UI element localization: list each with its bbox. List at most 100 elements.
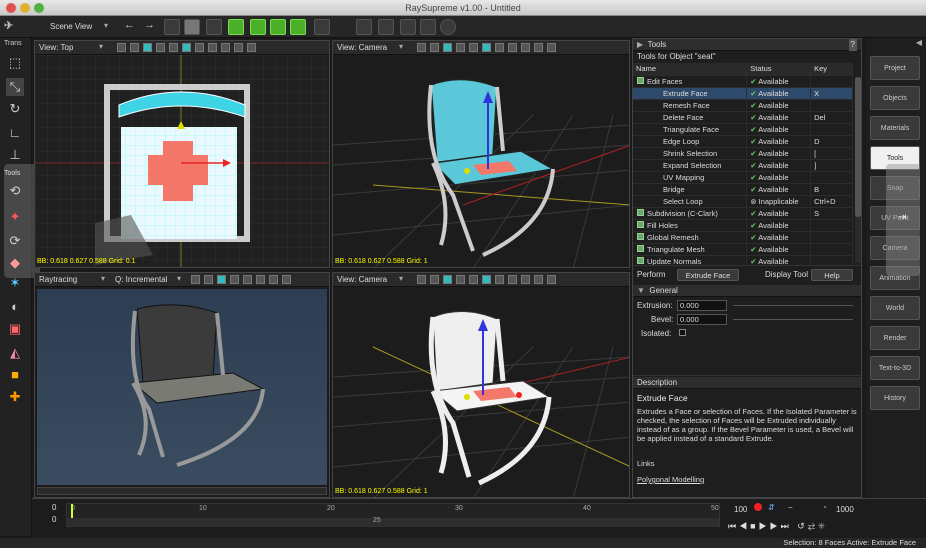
- globe-icon[interactable]: [440, 19, 456, 35]
- isolated-checkbox[interactable]: [679, 329, 686, 336]
- scene-view-dropdown-icon[interactable]: ▾: [104, 21, 108, 30]
- texture-icon[interactable]: [456, 43, 465, 52]
- solid-icon[interactable]: [482, 43, 491, 52]
- table-row[interactable]: Subdivision (C-Clark) ✔ Available S: [633, 207, 853, 220]
- table-row[interactable]: Update Normals ✔ Available: [633, 255, 853, 265]
- table-row[interactable]: Triangulate Mesh ✔ Available: [633, 243, 853, 256]
- table-row[interactable]: Fill Holes ✔ Available: [633, 219, 853, 232]
- table-row[interactable]: Expand Selection ✔ Available]: [633, 159, 853, 172]
- play-icon[interactable]: ▶: [637, 40, 643, 49]
- render-select[interactable]: Raytracing: [39, 275, 77, 285]
- speed-icon[interactable]: ◔: [822, 503, 827, 512]
- table-row[interactable]: Delete Face ✔ Available Del: [633, 111, 853, 124]
- table-row[interactable]: Bridge ✔ Available B: [633, 183, 853, 196]
- tab-world[interactable]: World: [870, 296, 920, 320]
- close-icon[interactable]: [547, 275, 556, 284]
- light-icon[interactable]: [469, 43, 478, 52]
- step-back-icon[interactable]: ◀: [739, 521, 750, 531]
- extrusion-slider[interactable]: [733, 305, 853, 306]
- maximize-window-icon[interactable]: [34, 3, 44, 13]
- view-select[interactable]: View: Camera: [337, 275, 387, 285]
- viewport-top[interactable]: View: Top ▾ BB: 0.618 0.627 0.588 Grid: …: [34, 40, 330, 268]
- solid-icon[interactable]: [482, 275, 491, 284]
- wire-cube-icon[interactable]: [206, 19, 222, 35]
- close-icon[interactable]: [247, 43, 256, 52]
- skip-start-icon[interactable]: ⏮: [728, 521, 739, 531]
- grid-icon[interactable]: [417, 43, 426, 52]
- shade-icon[interactable]: [443, 275, 452, 284]
- scale-icon[interactable]: ∟: [6, 124, 24, 142]
- bevel-field[interactable]: 0.000: [677, 314, 727, 325]
- menu-icon[interactable]: [534, 43, 543, 52]
- table-row[interactable]: Shrink Selection ✔ Available[: [633, 147, 853, 160]
- viewport-camera-bottom[interactable]: View: Camera ▾ BB: 0.618 0.627 0.588 Gri…: [332, 272, 630, 498]
- menu-icon[interactable]: [534, 275, 543, 284]
- grid-icon[interactable]: [417, 275, 426, 284]
- chevron-down-icon[interactable]: ▾: [101, 274, 105, 283]
- egg-icon[interactable]: ◐: [6, 298, 24, 316]
- rotate-tool-icon[interactable]: ✦: [6, 208, 24, 226]
- table-row[interactable]: Extrude Face ✔ Available X: [633, 87, 853, 100]
- chevron-down-icon[interactable]: ▾: [399, 274, 403, 283]
- shade-icon[interactable]: [143, 43, 152, 52]
- table-row[interactable]: Edit Faces ✔ Available: [633, 75, 853, 88]
- collapse-icon[interactable]: ◀: [916, 38, 922, 47]
- tools-scrollbar[interactable]: [855, 77, 861, 263]
- chevron-down-icon[interactable]: ▾: [177, 274, 181, 283]
- table-row[interactable]: Remesh Face ✔ Available: [633, 99, 853, 112]
- box-icon[interactable]: ▣: [6, 320, 24, 338]
- col-key-header[interactable]: Key: [810, 63, 853, 76]
- move-icon[interactable]: ⤡: [6, 78, 24, 96]
- table-row[interactable]: UV Mapping ✔ Available: [633, 171, 853, 184]
- table-row[interactable]: Select Loop ⊗ Inapplicable Ctrl+D: [633, 195, 853, 208]
- record-icon[interactable]: [754, 503, 762, 511]
- maximize-icon[interactable]: [221, 43, 230, 52]
- help-button[interactable]: Help: [811, 269, 853, 281]
- fit-icon[interactable]: [508, 275, 517, 284]
- view-select[interactable]: View: Camera: [337, 43, 387, 53]
- maximize-icon[interactable]: [521, 43, 530, 52]
- layout-double-icon[interactable]: [420, 19, 436, 35]
- layout-triple-icon[interactable]: [400, 19, 416, 35]
- texture-icon[interactable]: [156, 43, 165, 52]
- extrusion-field[interactable]: 0.000: [677, 300, 727, 311]
- light-icon[interactable]: [469, 275, 478, 284]
- back-arrow-icon[interactable]: ←: [124, 19, 135, 31]
- layout-quad-icon[interactable]: [356, 19, 372, 35]
- close-icon[interactable]: [282, 275, 291, 284]
- blocks-icon[interactable]: ✚: [6, 388, 24, 406]
- layout-split-icon[interactable]: [378, 19, 394, 35]
- light-icon[interactable]: [169, 43, 178, 52]
- chevron-down-icon[interactable]: ▾: [399, 42, 403, 51]
- tab-history[interactable]: History: [870, 386, 920, 410]
- clapper-icon[interactable]: [314, 19, 330, 35]
- prism-icon[interactable]: ◭: [6, 344, 24, 362]
- tab-project[interactable]: Project: [870, 56, 920, 80]
- col-name-header[interactable]: Name: [633, 63, 748, 76]
- box-icon[interactable]: [195, 43, 204, 52]
- cube-icon[interactable]: [270, 19, 286, 35]
- rotate-icon[interactable]: ↻: [6, 100, 24, 118]
- stop-icon[interactable]: ■: [750, 521, 758, 531]
- tab-materials[interactable]: Materials: [870, 116, 920, 140]
- drag-handle-icon[interactable]: ⇥: [898, 212, 906, 223]
- maximize-icon[interactable]: [256, 275, 265, 284]
- extrude-tool-icon[interactable]: ◆: [6, 254, 24, 272]
- package-icon[interactable]: ■: [6, 366, 24, 384]
- minus-key-icon[interactable]: −: [788, 503, 793, 512]
- tab-render[interactable]: Render: [870, 326, 920, 350]
- box-icon[interactable]: [495, 275, 504, 284]
- viewport-camera-top[interactable]: View: Camera ▾ BB: 0.618 0.627 0.588 Gri…: [332, 40, 630, 268]
- fit-icon[interactable]: [508, 43, 517, 52]
- close-window-icon[interactable]: [6, 3, 16, 13]
- loop-icon[interactable]: ↺: [797, 521, 808, 531]
- wire-icon[interactable]: [430, 43, 439, 52]
- col-status-header[interactable]: Status: [746, 63, 812, 76]
- ping-pong-icon[interactable]: ⇄: [808, 521, 818, 531]
- forward-arrow-icon[interactable]: →: [144, 19, 155, 31]
- minimize-window-icon[interactable]: [20, 3, 30, 13]
- light-icon[interactable]: ✶: [6, 274, 24, 292]
- maximize-icon[interactable]: [521, 275, 530, 284]
- time-range-bar[interactable]: 25: [67, 517, 719, 526]
- timeline-track[interactable]: 01020304050 25: [66, 503, 720, 527]
